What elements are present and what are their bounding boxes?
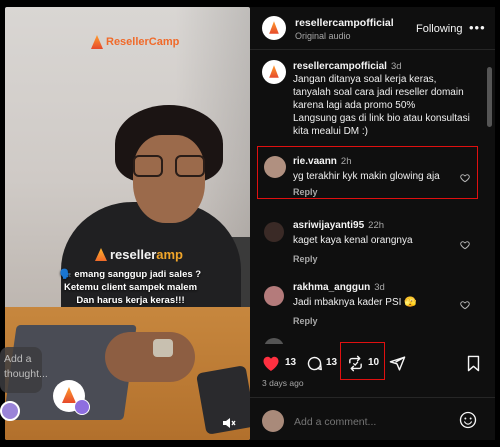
video-brand-logo-text: ResellerCamp [106,36,180,48]
comment-text: yg terakhir kyk makin glowing aja [293,171,440,182]
my-avatar-small[interactable] [0,401,20,421]
reply-button[interactable]: Reply [293,316,318,326]
repost-count[interactable]: 10 [368,357,379,368]
reply-button[interactable]: Reply [293,187,318,197]
video-caption: 🗣️ emang sanggup jadi sales ? Ketemu cli… [23,268,238,307]
comment-line: kita mealui DM :) [293,126,369,137]
comment-line: Jangan ditanya soal kerja keras, [293,74,437,85]
video-person-arm [105,332,195,382]
reply-button[interactable]: Reply [293,254,318,264]
comment-time: 22h [368,220,385,231]
comment-avatar[interactable] [262,60,286,84]
emoji-icon[interactable] [459,411,477,429]
video-watch [153,339,173,357]
post-time-ago[interactable]: 3 days ago [262,378,304,388]
following-button[interactable]: Following [416,23,462,35]
shirt-logo-prefix: reseller [110,247,157,262]
comment-time: 2h [340,156,352,167]
comment-text: kaget kaya kenal orangnya [293,235,413,246]
speaker-muted-icon[interactable] [222,416,236,430]
caption-line: Ketemu client sampek malem [63,282,198,293]
shirt-logo: reselleramp [95,247,183,262]
post-header: resellercampofficial Original audio Foll… [250,7,495,50]
brand-mark-icon [91,35,103,49]
comment-time: 3d [390,61,402,72]
comment-header: asriwijayanti95 22h [293,220,384,231]
author-username[interactable]: resellercampofficial [295,17,394,29]
caption-line: 🗣️ emang sanggup jadi sales ? [59,269,202,280]
reel-viewer: ResellerCamp reselleramp 🗣️ emang sanggu… [0,0,500,447]
caption-line: Dan harus kerja keras!!! [76,295,185,306]
video-person-face [133,135,205,223]
comment-username[interactable]: resellercampofficial [293,61,387,72]
comment-line: karena lagi ada promo 50% [293,100,416,111]
comment-header: rakhma_anggun 3d [293,282,385,293]
comment-avatar[interactable] [264,222,284,242]
comment-text: Jadi mbaknya kader PSI 🫣 [293,297,417,308]
comment-avatar[interactable] [264,286,284,306]
comment-username[interactable]: rie.vaann [293,156,337,167]
ellipsis-icon[interactable]: ••• [469,20,486,35]
comment-text: Jangan ditanya soal kerja keras, tanyala… [293,73,470,138]
comment-avatar[interactable] [264,156,286,178]
repost-icon[interactable] [347,355,364,372]
add-thought-note[interactable]: Add a thought... [0,347,48,393]
bookmark-icon[interactable] [466,355,481,372]
like-comment-heart-icon[interactable] [460,240,470,250]
like-comment-heart-icon[interactable] [460,300,470,310]
video-person-glasses [133,155,205,179]
comment-username[interactable]: rakhma_anggun [293,282,370,293]
share-send-icon[interactable] [389,355,406,372]
comment-username[interactable]: asriwijayanti95 [293,220,364,231]
add-comment-bar [250,397,495,441]
comments-scrollbar[interactable] [487,67,492,127]
author-avatar[interactable] [262,16,286,40]
comment-line: tanyalah soal cara jadi reseller domain [293,87,464,98]
video-brand-logo: ResellerCamp [91,35,179,49]
comment-header: rie.vaann 2h [293,156,352,167]
comment-time: 3d [374,282,385,293]
my-avatar[interactable] [262,410,284,432]
like-count[interactable]: 13 [285,357,296,368]
like-heart-icon[interactable] [262,355,280,372]
avatar-badge-icon [74,399,90,415]
add-comment-input[interactable] [294,416,454,428]
comments-list: resellercampofficial 3d Jangan ditanya so… [250,50,495,344]
comment-avatar[interactable] [264,338,284,344]
comment-bubble-icon[interactable] [306,355,323,372]
audio-label[interactable]: Original audio [295,31,351,41]
like-comment-heart-icon[interactable] [460,173,470,183]
add-thought-text: Add a thought... [4,353,48,380]
shirt-logo-suffix: amp [156,247,183,262]
shirt-brand-mark-icon [95,248,107,261]
comment-count[interactable]: 13 [326,357,337,368]
post-panel: resellercampofficial Original audio Foll… [250,7,495,440]
comment-line: Langsung gas di link bio atau konsultasi [293,113,470,124]
comment-header: resellercampofficial 3d [293,61,402,72]
